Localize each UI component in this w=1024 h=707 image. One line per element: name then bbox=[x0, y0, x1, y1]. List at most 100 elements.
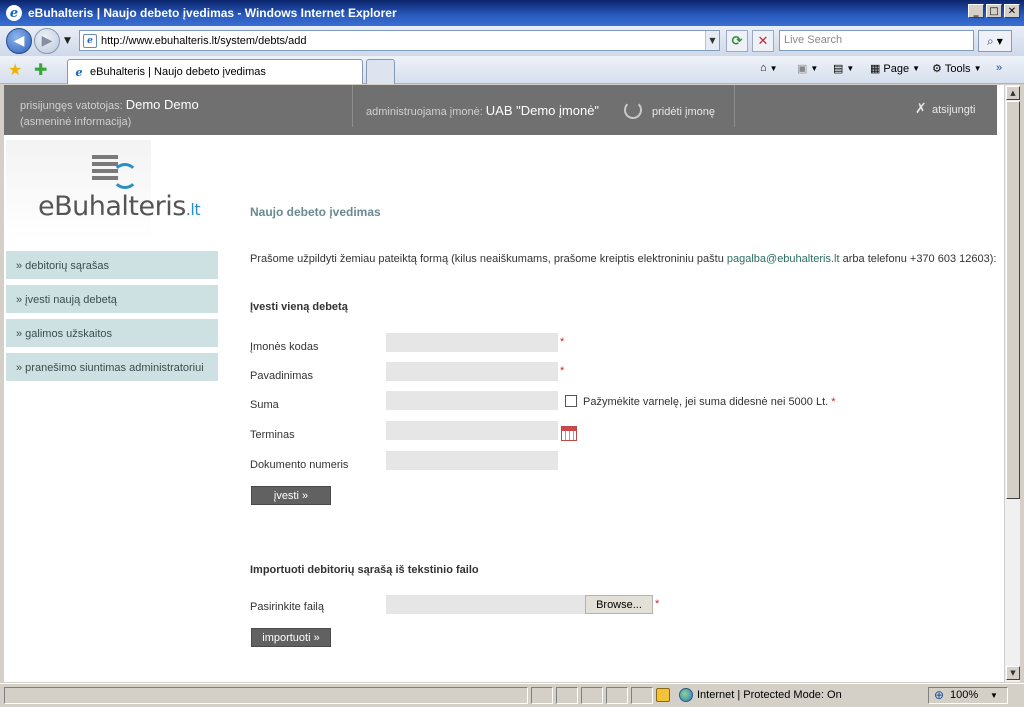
close-button[interactable]: ✕ bbox=[1004, 4, 1020, 18]
personal-info-link[interactable]: (asmeninė informacija) bbox=[20, 116, 131, 128]
large-amount-label: Pažymėkite varnelę, jei suma didesnė nei… bbox=[583, 396, 836, 408]
managed-company: administruojama įmonė: UAB "Demo įmonė" bbox=[366, 103, 599, 118]
status-pane bbox=[556, 687, 578, 704]
large-amount-text: Pažymėkite varnelę, jei suma didesnė nei… bbox=[583, 396, 829, 408]
site-logo[interactable] bbox=[6, 140, 151, 240]
internet-explorer-icon: e bbox=[6, 5, 22, 21]
logout-icon[interactable]: ✗ bbox=[915, 101, 927, 117]
sidebar-item-message-admin[interactable]: » pranešimo siuntimas administratoriui bbox=[6, 353, 218, 382]
scroll-up-icon[interactable]: ▲ bbox=[1006, 86, 1020, 100]
chevron-down-icon: ▼ bbox=[846, 64, 855, 73]
address-bar[interactable]: e http://www.ebuhalteris.lt/system/debts… bbox=[79, 30, 720, 51]
status-pane bbox=[531, 687, 553, 704]
window-titlebar: e eBuhalteris | Naujo debeto įvedimas - … bbox=[0, 0, 1024, 26]
page-viewport: prisijungęs vatotojas: Demo Demo (asmenin… bbox=[4, 85, 1004, 682]
file-path-input[interactable] bbox=[386, 595, 585, 614]
status-pane bbox=[631, 687, 653, 704]
forward-arrow-icon[interactable]: ▶ bbox=[34, 28, 60, 54]
rss-icon: ▣ bbox=[797, 63, 808, 75]
back-arrow-icon[interactable]: ◀ bbox=[6, 28, 32, 54]
status-pane bbox=[606, 687, 628, 704]
file-label: Pasirinkite failą bbox=[250, 601, 324, 613]
printer-icon: ▤ bbox=[833, 63, 844, 75]
import-section-title: Importuoti debitorių sąrašą iš tekstinio… bbox=[250, 564, 479, 576]
submit-debt-button[interactable]: įvesti » bbox=[251, 486, 331, 505]
gear-icon: ⚙ bbox=[932, 63, 942, 75]
more-commands-icon[interactable]: » bbox=[996, 62, 1002, 74]
chevron-down-icon: ▼ bbox=[912, 64, 921, 73]
page-menu[interactable]: ▦ Page ▼ bbox=[870, 62, 921, 76]
user-label: prisijungęs vatotojas: bbox=[20, 100, 123, 112]
intro-text: Prašome užpildyti žemiau pateiktą formą … bbox=[250, 253, 996, 265]
stop-icon[interactable]: ✕ bbox=[752, 30, 774, 52]
company-code-input[interactable] bbox=[386, 333, 558, 352]
amount-label: Suma bbox=[250, 399, 279, 411]
command-bar: ★ ✚ e eBuhalteris | Naujo debeto įvedima… bbox=[0, 56, 1024, 84]
add-favorites-icon[interactable]: ✚ bbox=[34, 60, 47, 79]
address-url[interactable]: http://www.ebuhalteris.lt/system/debts/a… bbox=[101, 35, 705, 47]
sidebar-item-offsets[interactable]: » galimos užskaitos bbox=[6, 319, 218, 348]
home-button[interactable]: ⌂ ▼ bbox=[760, 62, 778, 74]
page-icon: ▦ bbox=[870, 63, 881, 75]
zoom-icon[interactable]: ⊕ bbox=[934, 688, 944, 702]
sidebar-item-new-debt[interactable]: » įvesti naują debetą bbox=[6, 285, 218, 314]
page-menu-label: Page bbox=[883, 62, 910, 75]
large-amount-checkbox[interactable] bbox=[565, 395, 577, 407]
security-zone-text[interactable]: Internet | Protected Mode: On bbox=[697, 689, 842, 701]
term-label: Terminas bbox=[250, 429, 295, 441]
search-input[interactable]: Live Search bbox=[779, 30, 974, 51]
amount-input[interactable] bbox=[386, 391, 558, 410]
search-button[interactable]: ⌕ ▼ bbox=[978, 30, 1012, 52]
intro-text-end: arba telefonu +370 603 12603): bbox=[839, 253, 997, 265]
zoom-dropdown-icon[interactable]: ▼ bbox=[990, 691, 998, 700]
minimize-button[interactable]: _ bbox=[968, 4, 984, 18]
support-email-link[interactable]: pagalba@ebuhalteris.lt bbox=[727, 253, 840, 265]
vertical-scrollbar[interactable]: ▲ ▼ bbox=[1004, 85, 1020, 682]
chevron-down-icon: ▼ bbox=[810, 64, 819, 73]
home-icon: ⌂ bbox=[760, 62, 767, 74]
zoom-level[interactable]: 100% bbox=[950, 689, 978, 701]
logout-link[interactable]: atsijungti bbox=[932, 104, 975, 116]
history-dropdown-icon[interactable]: ▼ bbox=[64, 36, 71, 46]
favorites-star-icon[interactable]: ★ bbox=[8, 60, 22, 79]
add-company-link[interactable]: pridėti įmonę bbox=[652, 106, 715, 118]
required-mark: * bbox=[560, 365, 565, 377]
logo-suffix: .lt bbox=[185, 200, 201, 219]
required-mark: * bbox=[560, 336, 565, 348]
name-input[interactable] bbox=[386, 362, 558, 381]
maximize-button[interactable]: □ bbox=[986, 4, 1002, 18]
sidebar-item-debtors-list[interactable]: » debitorių sąrašas bbox=[6, 251, 218, 280]
tab-ie-icon: e bbox=[75, 65, 83, 79]
feeds-button[interactable]: ▣ ▼ bbox=[797, 62, 818, 75]
chevron-down-icon: ▼ bbox=[973, 64, 982, 73]
tools-menu-label: Tools bbox=[944, 62, 971, 75]
search-icon: ⌕ bbox=[987, 33, 994, 48]
scroll-thumb[interactable] bbox=[1006, 101, 1020, 499]
calendar-icon[interactable] bbox=[561, 426, 577, 441]
page-icon: e bbox=[83, 33, 97, 48]
import-button[interactable]: importuoti » bbox=[251, 628, 331, 647]
document-number-input[interactable] bbox=[386, 451, 558, 470]
required-mark: * bbox=[831, 396, 836, 408]
security-icon[interactable] bbox=[656, 688, 670, 702]
new-tab-button[interactable] bbox=[366, 59, 395, 84]
switch-company-icon[interactable] bbox=[624, 101, 642, 119]
search-dropdown-icon[interactable]: ▼ bbox=[997, 37, 1003, 46]
browser-tab[interactable]: e eBuhalteris | Naujo debeto įvedimas bbox=[67, 59, 363, 84]
browse-button[interactable]: Browse... bbox=[585, 595, 653, 614]
navigation-bar: ◀ ▶ ▼ e http://www.ebuhalteris.lt/system… bbox=[0, 26, 1024, 56]
company-name: UAB "Demo įmonė" bbox=[485, 103, 600, 118]
logo-text: eBuhalteris.lt bbox=[38, 191, 201, 222]
company-label: administruojama įmonė: bbox=[366, 106, 483, 118]
tools-menu[interactable]: ⚙ Tools ▼ bbox=[932, 62, 982, 76]
intro-text-start: Prašome užpildyti žemiau pateiktą formą … bbox=[250, 253, 727, 265]
company-code-label: Įmonės kodas bbox=[250, 341, 319, 353]
logo-arrows-icon bbox=[112, 163, 138, 189]
term-input[interactable] bbox=[386, 421, 558, 440]
refresh-icon[interactable]: ⟳ bbox=[726, 30, 748, 52]
required-mark: * bbox=[655, 598, 660, 610]
scroll-down-icon[interactable]: ▼ bbox=[1006, 666, 1020, 680]
logged-user: prisijungęs vatotojas: Demo Demo bbox=[20, 97, 199, 112]
print-button[interactable]: ▤ ▼ bbox=[833, 62, 854, 75]
address-dropdown-icon[interactable]: ▼ bbox=[705, 31, 719, 50]
